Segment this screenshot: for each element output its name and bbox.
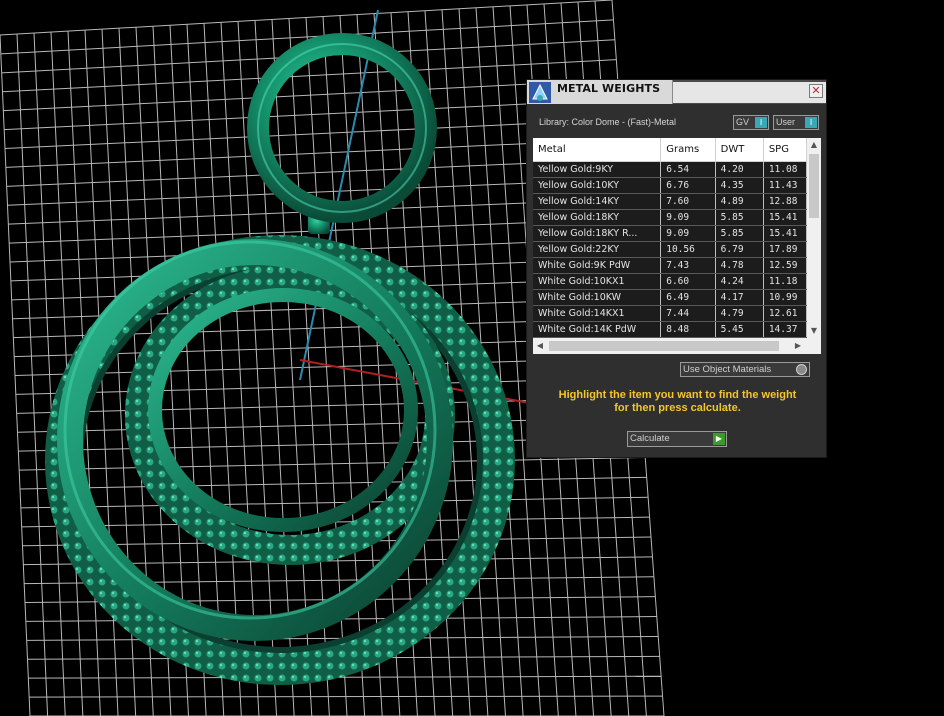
table-cell: 5.85 [715, 209, 764, 226]
scroll-down-icon[interactable]: ▼ [807, 324, 821, 338]
table-cell: Yellow Gold:22KY [533, 241, 662, 258]
table-cell: White Gold:10KX1 [533, 273, 662, 290]
table-row[interactable]: White Gold:14K PdW 8.48 5.45 14.37 [533, 321, 807, 338]
horizontal-scrollbar[interactable]: ◀ ▶ [533, 338, 821, 354]
table-cell: 4.35 [715, 177, 764, 194]
table-cell: 4.78 [715, 257, 764, 274]
table-cell: 10.56 [660, 241, 716, 258]
table-cell: 11.08 [763, 161, 807, 178]
table-cell: 4.20 [715, 161, 764, 178]
table-row[interactable]: White Gold:10KX1 6.60 4.24 11.18 [533, 273, 807, 290]
metal-table: Metal Grams DWT SPG Yellow Gold:9KY 6.54 4… [533, 138, 807, 338]
gv-toggle-knob: I [755, 117, 767, 128]
user-toggle-knob: I [805, 117, 817, 128]
table-cell: 15.41 [763, 209, 807, 226]
table-row[interactable]: Yellow Gold:9KY 6.54 4.20 11.08 [533, 161, 807, 178]
table-row[interactable]: Yellow Gold:14KY 7.60 4.89 12.88 [533, 193, 807, 210]
horizontal-scroll-thumb[interactable] [549, 341, 779, 351]
metal-table-container: Metal Grams DWT SPG Yellow Gold:9KY 6.54 4… [533, 138, 821, 354]
table-cell: Yellow Gold:9KY [533, 161, 662, 178]
table-row[interactable]: Yellow Gold:18KY R... 9.09 5.85 15.41 [533, 225, 807, 242]
scroll-left-icon[interactable]: ◀ [533, 338, 547, 354]
table-row[interactable]: White Gold:14KX1 7.44 4.79 12.61 [533, 305, 807, 322]
table-cell: 5.45 [715, 321, 764, 338]
table-cell: 6.79 [715, 241, 764, 258]
use-object-materials-toggle[interactable]: Use Object Materials [680, 362, 810, 377]
library-label: Library: Color Dome - (Fast)-Metal [539, 117, 677, 127]
col-header-spg[interactable]: SPG [763, 138, 807, 162]
table-row[interactable]: Yellow Gold:18KY 9.09 5.85 15.41 [533, 209, 807, 226]
table-cell: 8.48 [660, 321, 716, 338]
pendant-model[interactable] [45, 33, 515, 685]
table-cell: 14.37 [763, 321, 807, 338]
metal-table-viewport[interactable]: Metal Grams DWT SPG Yellow Gold:9KY 6.54 4… [533, 138, 807, 338]
table-cell: 6.60 [660, 273, 716, 290]
scroll-right-icon[interactable]: ▶ [791, 338, 805, 354]
grid-line [29, 695, 663, 698]
instruction-line-2: for then press calculate. [614, 402, 741, 414]
col-header-grams[interactable]: Grams [660, 138, 716, 162]
table-cell: 7.43 [660, 257, 716, 274]
calculate-button[interactable]: Calculate ▶ [627, 431, 727, 447]
table-row[interactable]: Yellow Gold:10KY 6.76 4.35 11.43 [533, 177, 807, 194]
table-row[interactable]: Yellow Gold:22KY 10.56 6.79 17.89 [533, 241, 807, 258]
table-cell: 6.76 [660, 177, 716, 194]
title-bar[interactable]: METAL WEIGHTS ✕ [527, 80, 826, 104]
table-cell: 12.61 [763, 305, 807, 322]
col-header-dwt[interactable]: DWT [715, 138, 764, 162]
table-cell: White Gold:14KX1 [533, 305, 662, 322]
play-arrow-icon: ▶ [713, 433, 725, 445]
table-cell: 11.18 [763, 273, 807, 290]
table-cell: 12.88 [763, 193, 807, 210]
table-cell: 9.09 [660, 225, 716, 242]
calculate-label: Calculate [630, 433, 670, 444]
table-cell: 6.49 [660, 289, 716, 306]
table-cell: White Gold:9K PdW [533, 257, 662, 274]
table-row[interactable]: White Gold:9K PdW 7.43 4.78 12.59 [533, 257, 807, 274]
table-cell: 7.44 [660, 305, 716, 322]
gv-toggle-label: GV [736, 117, 750, 127]
table-cell: Yellow Gold:14KY [533, 193, 662, 210]
title-tab: METAL WEIGHTS [527, 80, 673, 104]
table-cell: 5.85 [715, 225, 764, 242]
table-cell: White Gold:10KW [533, 289, 662, 306]
title-bar-fill [673, 82, 826, 103]
table-cell: 4.89 [715, 193, 764, 210]
table-cell: 4.24 [715, 273, 764, 290]
table-cell: White Gold:14K PdW [533, 321, 662, 338]
close-button[interactable]: ✕ [809, 84, 823, 98]
table-cell: 4.17 [715, 289, 764, 306]
table-cell: 10.99 [763, 289, 807, 306]
user-toggle[interactable]: User I [773, 115, 819, 130]
table-cell: 6.54 [660, 161, 716, 178]
table-cell: 4.79 [715, 305, 764, 322]
use-object-materials-label: Use Object Materials [683, 364, 772, 375]
table-cell: Yellow Gold:18KY R... [533, 225, 662, 242]
table-cell: 17.89 [763, 241, 807, 258]
radio-icon [796, 364, 807, 375]
table-cell: Yellow Gold:18KY [533, 209, 662, 226]
table-cell: 9.09 [660, 209, 716, 226]
app-logo-icon [529, 82, 551, 103]
scroll-up-icon[interactable]: ▲ [807, 138, 821, 152]
table-cell: Yellow Gold:10KY [533, 177, 662, 194]
metal-weights-panel: METAL WEIGHTS ✕ Library: Color Dome - (F… [526, 79, 827, 458]
gv-toggle[interactable]: GV I [733, 115, 769, 130]
table-cell: 15.41 [763, 225, 807, 242]
table-cell: 12.59 [763, 257, 807, 274]
instruction-line-1: Highlight the item you want to find the … [558, 389, 797, 401]
panel-title: METAL WEIGHTS [557, 82, 661, 95]
table-cell: 7.60 [660, 193, 716, 210]
vertical-scrollbar[interactable]: ▲ ▼ [807, 138, 821, 338]
col-header-metal[interactable]: Metal [533, 138, 662, 162]
vertical-scroll-thumb[interactable] [809, 154, 819, 218]
table-header-row: Metal Grams DWT SPG [533, 138, 807, 162]
instruction-text: Highlight the item you want to find the … [537, 389, 818, 415]
user-toggle-label: User [776, 117, 796, 127]
table-cell: 11.43 [763, 177, 807, 194]
table-row[interactable]: White Gold:10KW 6.49 4.17 10.99 [533, 289, 807, 306]
